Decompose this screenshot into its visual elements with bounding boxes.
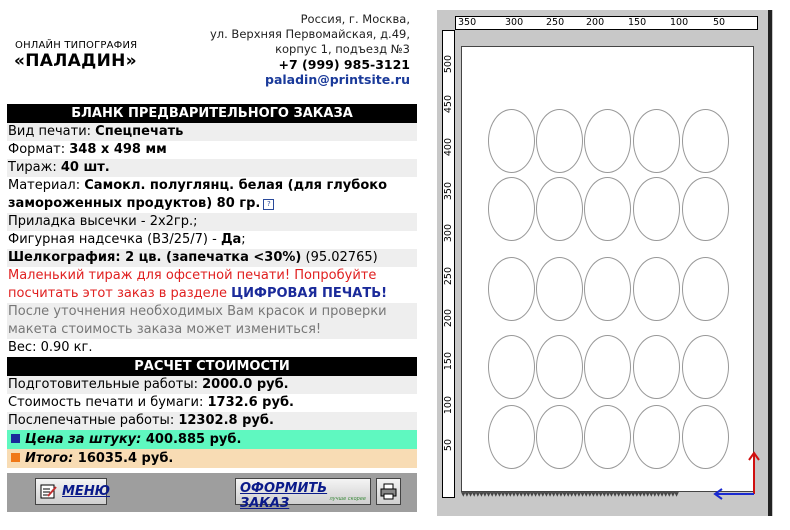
order-panel: БЛАНК ПРЕДВАРИТЕЛЬНОГО ЗАКАЗА Вид печати… [7,104,417,468]
label-shape [488,257,535,321]
ruler-tick-label: 100 [443,396,454,415]
label-shape [633,257,680,321]
ruler-tick-label: 300 [443,224,454,243]
label-shape [536,405,583,469]
run-row: Тираж: 40 шт. [7,159,417,177]
ruler-tick-label: 300 [505,17,524,28]
brand-subtitle: ОНЛАЙН ТИПОГРАФИЯ [15,40,138,51]
label-shape [682,335,729,399]
ruler-tick-label: 50 [713,17,726,28]
print-sheet [461,46,754,492]
printer-icon [380,483,397,500]
material-row: Материал: Самокл. полуглянц. белая (для … [8,178,388,211]
ruler-tick-label: 250 [546,17,565,28]
contact-block: Россия, г. Москва, ул. Верхняя Первомайс… [210,12,410,87]
label-shape [488,335,535,399]
label-shape [488,177,535,241]
format-row: Формат: 348 х 498 мм [8,142,167,157]
ruler-horizontal: 350 300 250 200 150 100 50 [455,16,758,30]
ruler-tick-label: 150 [628,17,647,28]
ruler-tick-label: 350 [458,17,477,28]
label-shape [682,109,729,173]
unit-price-row: Цена за штуку: 400.885 руб. [7,430,417,449]
ruler-tick-label: 50 [443,439,454,452]
label-shape [682,177,729,241]
ruler-tick-label: 200 [443,309,454,328]
label-shape [633,405,680,469]
ruler-vertical: 500 450 400 350 300 250 200 150 100 50 [442,30,455,498]
label-shape [488,405,535,469]
email-link[interactable]: paladin@printsite.ru [210,72,410,87]
label-shape [584,109,631,173]
digital-print-link[interactable]: ЦИФРОВАЯ ПЕЧАТЬ! [231,286,387,301]
menu-button[interactable]: МЕНЮ [35,478,110,505]
label-shape [682,257,729,321]
cut-row: Фигурная надсечка (В3/25/7) - Да; [8,232,246,247]
cost-header: РАСЧЕТ СТОИМОСТИ [7,357,417,376]
ruler-tick-label: 450 [443,95,454,114]
order-button-sublabel: лучше скорее [329,496,366,502]
address-line: корпус 1, подъезд №3 [275,42,410,56]
label-shape [633,177,680,241]
label-shape [584,405,631,469]
edit-list-icon [40,484,57,499]
order-header: БЛАНК ПРЕДВАРИТЕЛЬНОГО ЗАКАЗА [7,104,417,123]
button-bar: МЕНЮ ОФОРМИТЬ ЗАКАЗ лучше скорее [7,473,417,512]
label-shape [633,109,680,173]
address-line: Россия, г. Москва, [300,12,410,26]
note-text: После уточнения необходимых Вам красок и… [7,303,417,339]
ruler-tick-label: 100 [670,17,689,28]
ruler-tick-label: 400 [443,138,454,157]
die-row: Приладка высечки - 2х2гр.; [7,213,417,231]
phone-number: +7 (999) 985-3121 [278,57,410,72]
label-shape [584,257,631,321]
label-shape [536,109,583,173]
post-cost-row: Послепечатные работы: 12302.8 руб. [7,412,417,430]
ruler-tick-label: 350 [443,182,454,201]
brand-name: «ПАЛАДИН» [14,51,137,71]
label-shape [488,109,535,173]
label-shape [536,257,583,321]
ruler-tick-label: 150 [443,352,454,371]
weight-row: Вес: 0.90 кг. [8,340,93,355]
preview-border [768,10,772,516]
warning-text: Маленький тираж для офсетной печати! Поп… [8,268,388,301]
ruler-tick-label: 200 [586,17,605,28]
address-line: ул. Верхняя Первомайская, д.49, [209,27,410,41]
prep-cost-row: Подготовительные работы: 2000.0 руб. [7,376,417,394]
square-bullet-icon [11,453,20,462]
label-shape [536,177,583,241]
place-order-button[interactable]: ОФОРМИТЬ ЗАКАЗ лучше скорее [235,478,371,511]
label-shape [536,335,583,399]
total-row: Итого: 16035.4 руб. [7,449,417,468]
print-button[interactable] [376,478,401,505]
silk-row: Шелкография: 2 цв. (запечатка <30%) (95.… [7,249,417,267]
ruler-tick-label: 500 [443,55,454,74]
axis-arrows-icon [713,451,760,500]
label-shape [584,177,631,241]
print-type-row: Вид печати: Спецпечать [7,123,417,141]
square-bullet-icon [11,434,20,443]
ruler-tick-label: 250 [443,267,454,286]
label-shape [633,335,680,399]
print-cost-row: Стоимость печати и бумаги: 1732.6 руб. [8,395,294,410]
ruler-marker-row: ▼▼▼▼▼▼▼▼▼▼▼▼▼▼▼▼▼▼▼▼▼▼▼▼▼▼▼▼▼▼▼▼▼▼▼▼▼▼▼▼… [461,492,679,498]
menu-button-label: МЕНЮ [62,484,110,499]
label-shape [584,335,631,399]
help-icon[interactable]: ? [263,199,275,210]
